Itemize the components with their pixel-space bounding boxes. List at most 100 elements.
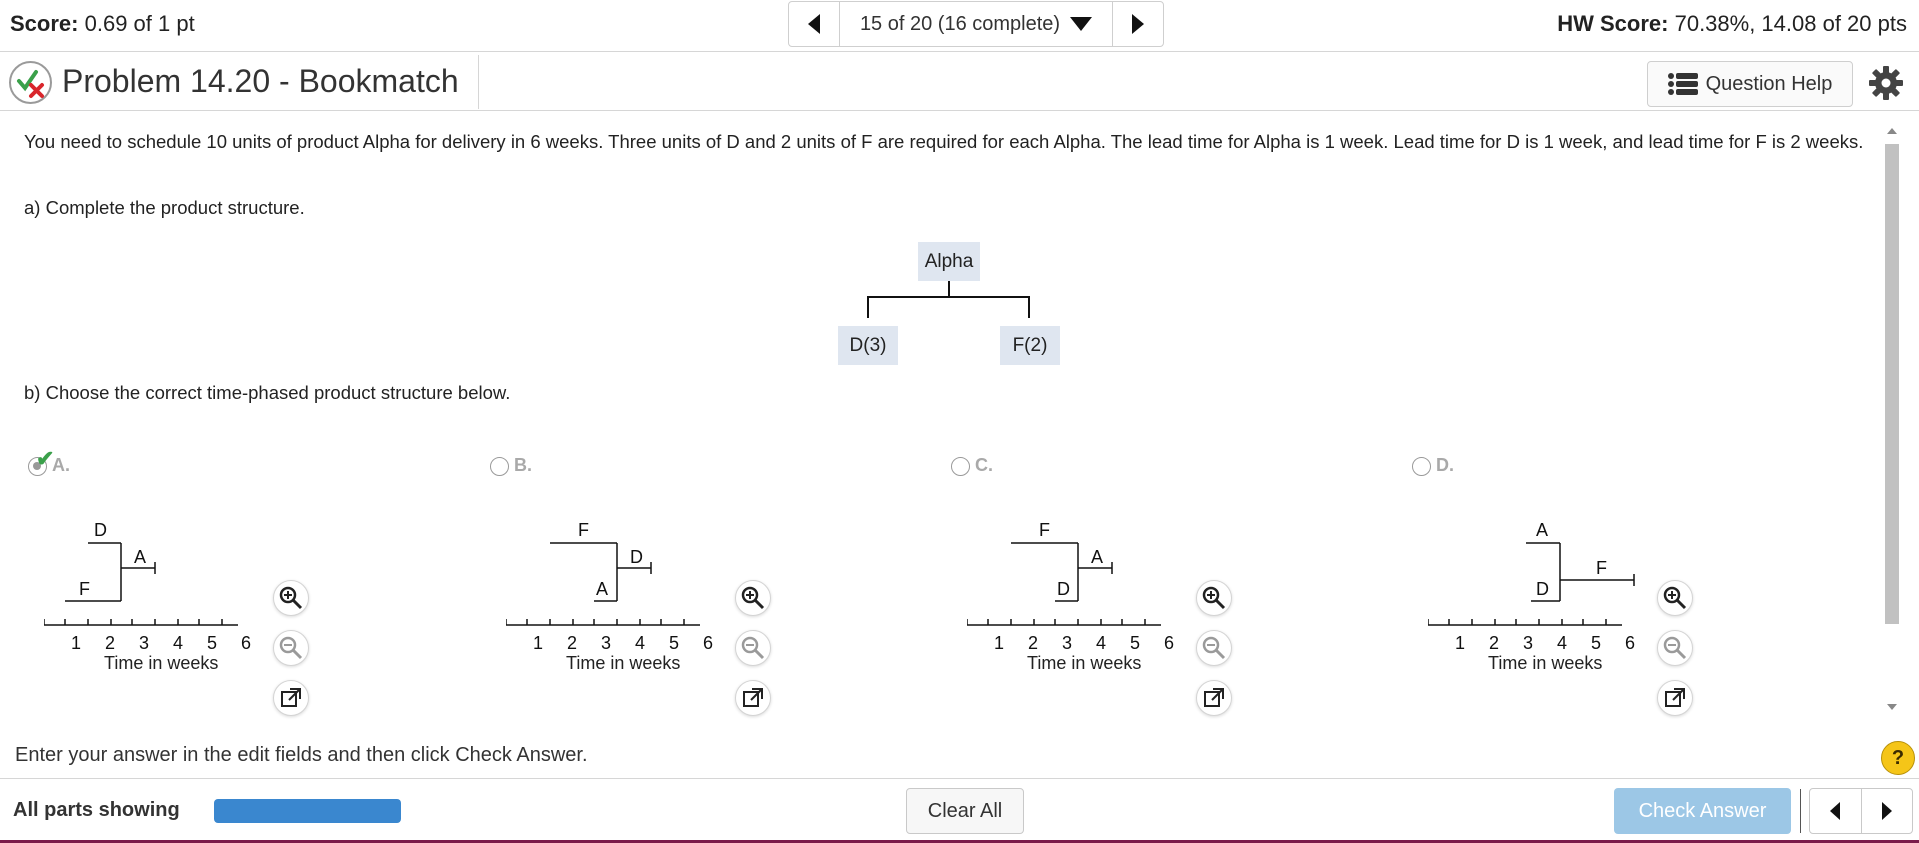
- tick-label: 6: [703, 633, 713, 650]
- tick-label: 5: [1591, 633, 1601, 650]
- help-icon[interactable]: ?: [1881, 741, 1915, 775]
- time-axis: [967, 619, 1161, 626]
- option-b[interactable]: B. F D A 1 2 3 4 5 6 Time in weeks: [486, 440, 886, 716]
- vertical-scrollbar[interactable]: [1882, 124, 1902, 714]
- gear-icon[interactable]: [1868, 65, 1906, 103]
- zoom-out-button[interactable]: [735, 630, 771, 666]
- progress-bar: [214, 799, 401, 823]
- tree-node-left: D(3): [838, 326, 898, 365]
- arrow-right-icon: [1881, 802, 1892, 820]
- time-phased-diagram-a: D A F 1 2 3 4 5 6: [44, 520, 251, 650]
- zoom-out-button[interactable]: [1196, 630, 1232, 666]
- option-a[interactable]: ✔ A. D A F 1 2 3 4 5 6 Time in weeks: [24, 440, 424, 716]
- tick-label: 1: [1455, 633, 1465, 650]
- tree-node-root: Alpha: [918, 242, 980, 281]
- tick-label: 2: [105, 633, 115, 650]
- question-help-button[interactable]: Question Help: [1647, 61, 1853, 107]
- zoom-out-icon: [279, 636, 303, 660]
- clear-all-button[interactable]: Clear All: [906, 788, 1024, 834]
- tick-label: 3: [139, 633, 149, 650]
- hw-score: HW Score: 70.38%, 14.08 of 20 pts: [1557, 11, 1907, 36]
- option-a-label: A.: [52, 455, 70, 475]
- diagram-a-lower: F: [79, 579, 90, 599]
- diagram-b-upper: F: [578, 520, 589, 540]
- open-new-window-button[interactable]: [1196, 680, 1232, 716]
- diagram-b-parent: D: [630, 547, 643, 567]
- diagram-c-parent: A: [1091, 547, 1103, 567]
- time-axis: [44, 619, 238, 626]
- arrow-left-icon: [808, 14, 820, 34]
- option-d[interactable]: D. A F D 1 2 3 4 5 6 Time in weeks: [1408, 440, 1808, 716]
- chevron-down-icon: [1070, 17, 1093, 31]
- zoom-out-icon: [1202, 636, 1226, 660]
- zoom-out-button[interactable]: [1657, 630, 1693, 666]
- open-new-window-button[interactable]: [735, 680, 771, 716]
- external-link-icon: [281, 688, 301, 707]
- page-title: Problem 14.20 - Bookmatch: [62, 63, 459, 99]
- zoom-out-icon: [1663, 636, 1687, 660]
- scrollbar-thumb[interactable]: [1885, 144, 1899, 624]
- tick-label: 5: [669, 633, 679, 650]
- tick-label: 3: [601, 633, 611, 650]
- divider: [478, 55, 479, 109]
- tick-label: 6: [241, 633, 251, 650]
- partial-credit-icon: [9, 61, 52, 104]
- zoom-in-button[interactable]: [735, 580, 771, 616]
- external-link-icon: [1665, 688, 1685, 707]
- diagram-c-lower: D: [1057, 579, 1070, 599]
- diagram-d-upper: A: [1536, 520, 1548, 540]
- next-question-button[interactable]: [1112, 2, 1163, 46]
- zoom-in-icon: [279, 586, 303, 610]
- tick-label: 6: [1164, 633, 1174, 650]
- bottom-question-nav: [1809, 788, 1913, 834]
- arrow-right-icon: [1132, 14, 1144, 34]
- option-c[interactable]: C. F A D 1 2 3 4 5 6 Time in weeks: [947, 440, 1347, 716]
- tick-label: 4: [635, 633, 645, 650]
- title-bar: Problem 14.20 - Bookmatch Question Help: [0, 53, 1919, 111]
- previous-button[interactable]: [1810, 789, 1862, 833]
- all-parts-label: All parts showing: [13, 799, 180, 821]
- tick-label: 5: [1130, 633, 1140, 650]
- next-button[interactable]: [1862, 789, 1913, 833]
- question-selector[interactable]: 15 of 20 (16 complete): [840, 2, 1112, 46]
- top-bar: Score: 0.69 of 1 pt 15 of 20 (16 complet…: [0, 0, 1919, 52]
- part-a-prompt: a) Complete the product structure.: [24, 197, 305, 218]
- axis-label: Time in weeks: [1488, 653, 1603, 673]
- tick-label: 6: [1625, 633, 1635, 650]
- time-phased-diagram-b: F D A 1 2 3 4 5 6: [506, 520, 713, 650]
- diagram-a-parent: A: [134, 547, 146, 567]
- tick-label: 4: [173, 633, 183, 650]
- zoom-in-button[interactable]: [1196, 580, 1232, 616]
- option-c-radio[interactable]: [951, 457, 970, 476]
- question-navigator: 15 of 20 (16 complete): [788, 1, 1164, 47]
- option-b-radio[interactable]: [490, 457, 509, 476]
- tree-node-right: F(2): [1000, 326, 1060, 365]
- scroll-up-icon[interactable]: [1887, 128, 1897, 134]
- zoom-in-icon: [1663, 586, 1687, 610]
- divider: [1800, 789, 1801, 833]
- zoom-in-button[interactable]: [1657, 580, 1693, 616]
- open-new-window-button[interactable]: [273, 680, 309, 716]
- tick-label: 4: [1096, 633, 1106, 650]
- scroll-down-icon[interactable]: [1887, 704, 1897, 710]
- zoom-out-button[interactable]: [273, 630, 309, 666]
- arrow-left-icon: [1830, 802, 1841, 820]
- zoom-out-icon: [741, 636, 765, 660]
- time-axis: [506, 619, 700, 626]
- zoom-in-button[interactable]: [273, 580, 309, 616]
- option-b-label: B.: [514, 455, 532, 475]
- check-answer-button[interactable]: Check Answer: [1614, 788, 1791, 834]
- part-b-prompt: b) Choose the correct time-phased produc…: [24, 382, 511, 403]
- diagram-d-lower: D: [1536, 579, 1549, 599]
- previous-question-button[interactable]: [789, 2, 840, 46]
- time-phased-diagram-c: F A D 1 2 3 4 5 6: [967, 520, 1174, 650]
- score: Score: 0.69 of 1 pt: [10, 11, 195, 36]
- tick-label: 3: [1062, 633, 1072, 650]
- question-text: You need to schedule 10 units of product…: [24, 131, 1864, 152]
- option-d-radio[interactable]: [1412, 457, 1431, 476]
- diagram-a-upper: D: [94, 520, 107, 540]
- tick-label: 2: [567, 633, 577, 650]
- bottom-bar: All parts showing Clear All Check Answer: [0, 778, 1919, 840]
- tick-label: 1: [533, 633, 543, 650]
- open-new-window-button[interactable]: [1657, 680, 1693, 716]
